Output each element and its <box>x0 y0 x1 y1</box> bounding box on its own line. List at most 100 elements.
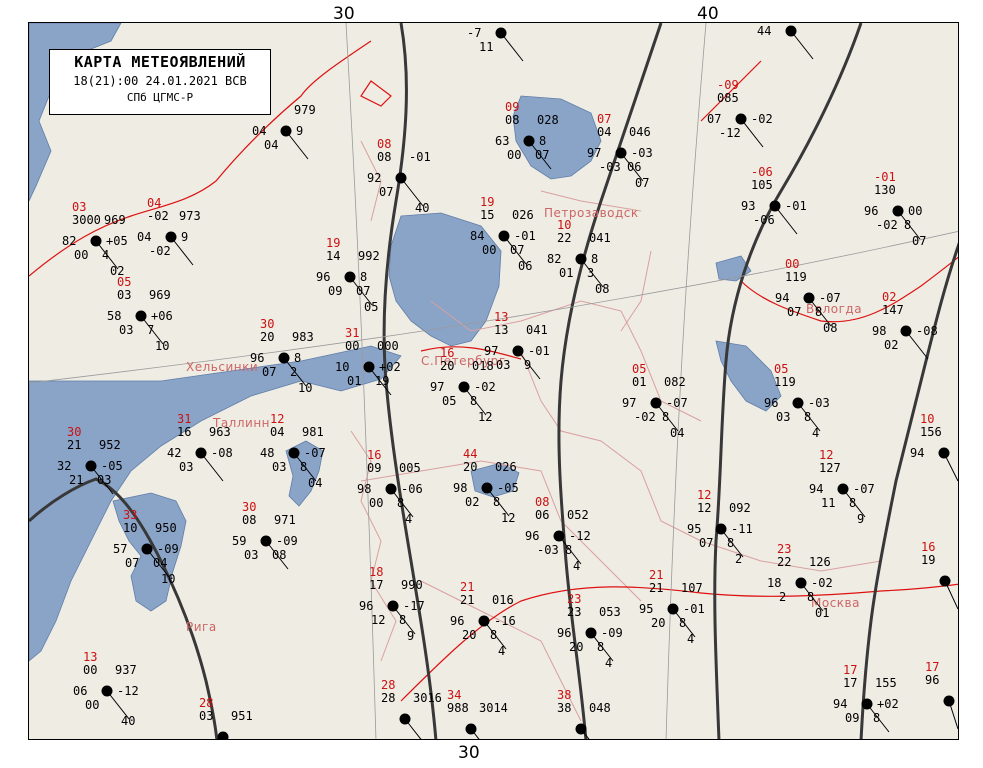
station-estonia-south: 3008 97159 -0903 08 <box>232 500 298 570</box>
station-temp: 44 <box>463 447 477 461</box>
station-dewpoint: 07 <box>787 305 801 319</box>
station-tendency: 8 <box>360 270 367 284</box>
station-tendency: +02 <box>877 697 899 711</box>
station-value-h: 10 <box>298 381 312 395</box>
station-value-h: 12 <box>478 410 492 424</box>
station-value-b: 04 <box>270 425 284 439</box>
station-temp: -09 <box>717 78 739 92</box>
station-pressure: 969 <box>149 288 171 302</box>
station-temp: 12 <box>697 488 711 502</box>
wind-barb-icon <box>943 452 958 482</box>
station-value-h: 10 <box>155 339 169 353</box>
station-pressure: 005 <box>399 461 421 475</box>
station-pressure: 126 <box>809 555 831 569</box>
station-value-h: 08 <box>595 282 609 296</box>
station-value-b: 06 <box>535 508 549 522</box>
station-volkhov: 1313 041 97 -01 03 9 <box>484 310 550 380</box>
station-dewpoint: 07 <box>262 365 276 379</box>
station-dewpoint: 00 <box>482 243 496 257</box>
station-tikhvin: 0501 082 97 -07 -02 804 <box>622 362 688 440</box>
station-temp: 38 <box>557 688 571 702</box>
station-dewpoint: -03 <box>537 543 559 557</box>
station-value-h: 9 <box>857 512 864 526</box>
station-luga: 1609 005 98 -06 00 84 <box>357 448 423 526</box>
station-dewpoint: 11 <box>821 496 835 510</box>
station-pressure: 937 <box>115 663 137 677</box>
station-value-h: 12 <box>501 511 515 525</box>
station-value-h: 4 <box>687 632 694 646</box>
station-value-g: 8 <box>807 590 814 604</box>
station-value-h: 10 <box>161 572 175 586</box>
station-value-d: 63 <box>495 134 509 148</box>
station-value-g: 06 <box>627 160 641 174</box>
station-karelia-top: 5097-01-711 <box>467 26 524 62</box>
station-tendency: -09 <box>157 542 179 556</box>
station-temp: 33 <box>123 508 137 522</box>
station-dewpoint: 07 <box>125 556 139 570</box>
station-value-d: 82 <box>547 252 561 266</box>
station-tendency: -11 <box>731 522 753 536</box>
station-toropets: 2323 053 96 -09 20 84 <box>557 592 623 670</box>
station-dewpoint: 01 <box>347 374 361 388</box>
station-value-g: 4 <box>102 248 109 262</box>
station-value-g: 8 <box>815 305 822 319</box>
station-value-g: 07 <box>535 148 549 162</box>
station-tendency: -02 <box>811 576 833 590</box>
station-temp: 08 <box>377 137 391 151</box>
station-value-d: 98 <box>872 324 886 338</box>
station-temp: 28 <box>199 696 213 710</box>
station-temp: 30 <box>67 425 81 439</box>
station-value-b: 00 <box>345 339 359 353</box>
station-value-h: 40 <box>121 714 135 728</box>
station-dewpoint: 09 <box>845 711 859 725</box>
station-ivanovo: 1619 <box>921 540 958 610</box>
station-pressure: 3014 <box>479 701 508 715</box>
station-pressure: 052 <box>567 508 589 522</box>
station-temp: 34 <box>447 688 461 702</box>
station-temp: 00 <box>785 257 799 271</box>
station-value-b: 04 <box>597 125 611 139</box>
station-value-h: 07 <box>635 176 649 190</box>
station-tendency: +05 <box>106 234 128 248</box>
station-pressure: 992 <box>358 249 380 263</box>
station-bottom-2: 34988 3014 <box>447 688 508 739</box>
station-temp: 04 <box>147 196 161 210</box>
station-value-g: 8 <box>399 613 406 627</box>
station-value-d: 84 <box>470 229 484 243</box>
station-value-b: 22 <box>777 555 791 569</box>
station-novgorod: 4420 026 98 -05 02 812 <box>453 447 519 525</box>
station-value-b: 17 <box>843 676 857 690</box>
station-ladoga-north: 0808 -01 9207 40 <box>367 137 431 215</box>
station-value-b: 13 <box>494 323 508 337</box>
map-canvas: Хельсинки Таллинн Рига Петрозаводск С.Пе… <box>29 23 958 739</box>
station-dewpoint: 00 <box>369 496 383 510</box>
station-temp: 12 <box>819 448 833 462</box>
station-temp: 10 <box>920 412 934 426</box>
station-value-d: 96 <box>316 270 330 284</box>
station-value-g: 8 <box>873 711 880 725</box>
station-value-d: 96 <box>359 599 373 613</box>
wind-barb-icon <box>948 700 958 730</box>
station-value-b: 10 <box>123 521 137 535</box>
station-tendency: 9 <box>181 230 188 244</box>
station-kargopol: -09085 07 -02 -12 <box>707 78 773 148</box>
station-tendency: +06 <box>151 309 173 323</box>
station-value-b: 17 <box>369 578 383 592</box>
station-pressure: 028 <box>537 113 559 127</box>
station-tendency: -08 <box>916 324 938 338</box>
station-value-d: 04 <box>137 230 151 244</box>
station-dewpoint: 20 <box>651 616 665 630</box>
station-value-d: 96 <box>864 204 878 218</box>
station-dewpoint: 00 <box>85 698 99 712</box>
station-pressure: 000 <box>377 339 399 353</box>
station-temp: 13 <box>83 650 97 664</box>
station-value-d: 97 <box>587 146 601 160</box>
station-rybinsk: 05119 96 -03 03 84 <box>764 362 830 440</box>
station-tendency: -17 <box>403 599 425 613</box>
station-finland-sw: 0503 96958 +0603 710 <box>107 275 173 353</box>
station-value-d: 95 <box>639 602 653 616</box>
station-value-h: 04 <box>308 476 322 490</box>
station-value-g: 8 <box>727 536 734 550</box>
station-pressure: 981 <box>302 425 324 439</box>
station-vologda: 00119 94 -07 07 808 <box>775 257 841 335</box>
